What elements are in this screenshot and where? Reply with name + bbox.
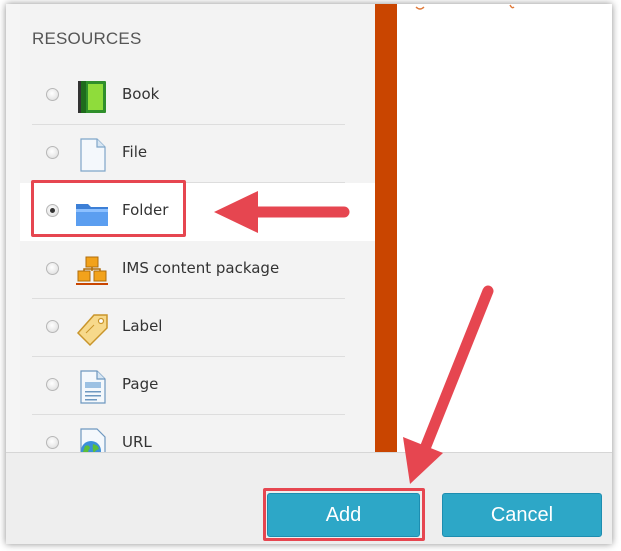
add-activity-dialog: RESOURCES Book File Folder IMS content p…: [6, 4, 612, 544]
folder-icon: [76, 204, 108, 226]
resource-label-ims: IMS content package: [122, 259, 280, 277]
resource-item-file[interactable]: File: [20, 125, 375, 183]
section-heading: RESOURCES: [32, 29, 142, 48]
radio-label[interactable]: [46, 320, 59, 333]
resource-label-label: Label: [122, 317, 163, 335]
radio-folder[interactable]: [46, 204, 59, 217]
resource-label-url: URL: [122, 433, 152, 451]
description-snippet: [414, 4, 534, 10]
add-button[interactable]: Add: [267, 493, 420, 537]
resource-label-page: Page: [122, 375, 159, 393]
resource-label-file: File: [122, 143, 148, 161]
resource-item-page[interactable]: Page: [20, 357, 375, 415]
radio-ims[interactable]: [46, 262, 59, 275]
ims-package-icon: [76, 256, 108, 285]
description-panel: [397, 4, 612, 452]
book-icon: [78, 81, 106, 113]
label-tag-icon: [76, 314, 108, 347]
radio-file[interactable]: [46, 146, 59, 159]
page-icon: [80, 370, 106, 404]
resource-label-book: Book: [122, 85, 160, 103]
resource-item-ims[interactable]: IMS content package: [20, 241, 375, 299]
resource-item-folder[interactable]: Folder: [20, 183, 375, 241]
radio-page[interactable]: [46, 378, 59, 391]
radio-url[interactable]: [46, 436, 59, 449]
resource-item-book[interactable]: Book: [20, 67, 375, 125]
radio-book[interactable]: [46, 88, 59, 101]
cancel-button[interactable]: Cancel: [442, 493, 602, 537]
accent-bar: [375, 4, 397, 452]
file-icon: [80, 138, 106, 172]
resource-label-folder: Folder: [122, 201, 169, 219]
resource-item-label[interactable]: Label: [20, 299, 375, 357]
